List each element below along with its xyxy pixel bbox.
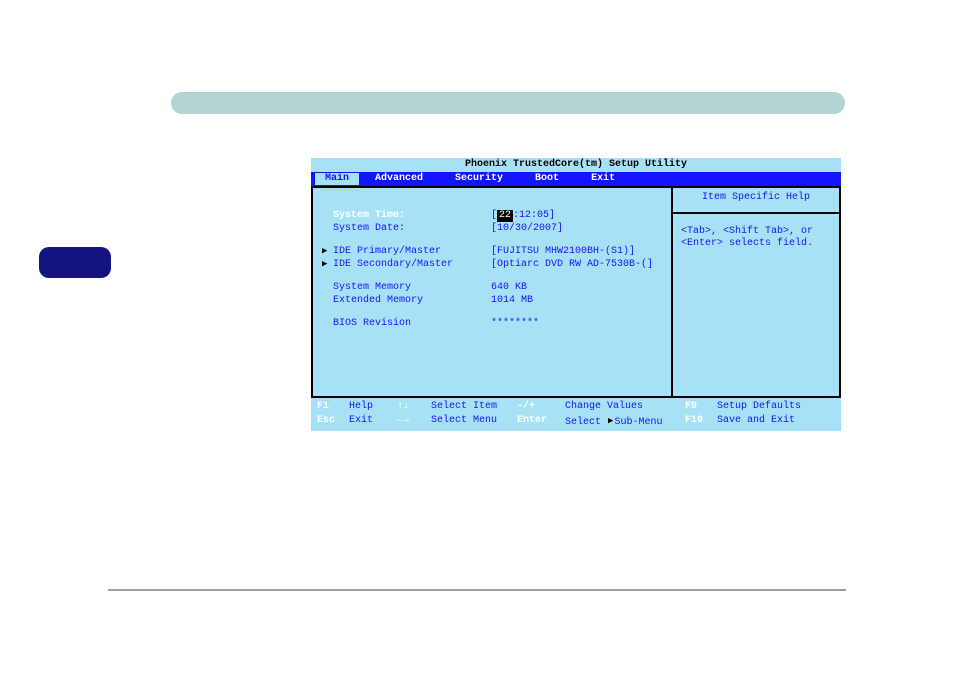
value-bios-revision: ******** xyxy=(491,318,539,330)
label-ide-secondary: IDE Secondary/Master xyxy=(321,259,491,271)
bios-body: System Time: [22:12:05] System Date: [10… xyxy=(311,186,841,398)
label-extended-memory: Extended Memory xyxy=(321,295,491,307)
value-system-memory: 640 KB xyxy=(491,282,527,294)
bios-menubar: Main Advanced Security Boot Exit xyxy=(311,172,841,186)
footer-label-exit: Exit xyxy=(349,414,397,428)
page-banner xyxy=(171,92,845,114)
side-label-pill xyxy=(39,247,111,278)
label-system-date: System Date: xyxy=(321,223,491,235)
row-system-time[interactable]: System Time: [22:12:05] xyxy=(321,210,663,222)
footer-key-plusminus[interactable]: -/+ xyxy=(517,400,565,414)
row-ide-secondary[interactable]: ▶ IDE Secondary/Master [Optiarc DVD RW A… xyxy=(321,259,663,271)
label-bios-revision: BIOS Revision xyxy=(321,318,491,330)
footer-key-esc[interactable]: Esc xyxy=(317,414,349,428)
footer-key-enter[interactable]: Enter xyxy=(517,414,565,428)
triangle-right-icon: ▶ xyxy=(608,414,613,428)
row-system-memory: System Memory 640 KB xyxy=(321,282,663,294)
footer-label-select-submenu: Select ▶Sub-Menu xyxy=(565,414,685,428)
help-line-2: <Enter> selects field. xyxy=(681,238,831,250)
value-system-date[interactable]: [10/30/2007] xyxy=(491,223,563,235)
footer-key-f1[interactable]: F1 xyxy=(317,400,349,414)
arrow-left-right-icon[interactable]: ←→ xyxy=(397,414,431,428)
tab-exit[interactable]: Exit xyxy=(575,173,631,185)
help-body: <Tab>, <Shift Tab>, or <Enter> selects f… xyxy=(673,214,839,262)
label-system-memory: System Memory xyxy=(321,282,491,294)
label-system-time: System Time: xyxy=(321,210,491,222)
submenu-marker-icon: ▶ xyxy=(322,246,327,257)
footer-label-select-menu: Select Menu xyxy=(431,414,517,428)
row-bios-revision: BIOS Revision ******** xyxy=(321,318,663,330)
help-line-1: <Tab>, <Shift Tab>, or xyxy=(681,226,831,238)
value-ide-secondary: [Optiarc DVD RW AD-7530B-(] xyxy=(491,259,653,271)
footer-label-select-item: Select Item xyxy=(431,400,517,414)
row-extended-memory: Extended Memory 1014 MB xyxy=(321,295,663,307)
submenu-marker-icon: ▶ xyxy=(322,259,327,270)
tab-main[interactable]: Main xyxy=(315,173,359,185)
arrow-up-down-icon[interactable]: ↑↓ xyxy=(397,400,431,414)
bios-title: Phoenix TrustedCore(tm) Setup Utility xyxy=(311,158,841,172)
footer-label-change-values: Change Values xyxy=(565,400,685,414)
footer-label-help: Help xyxy=(349,400,397,414)
tab-security[interactable]: Security xyxy=(439,173,519,185)
value-extended-memory: 1014 MB xyxy=(491,295,533,307)
system-time-hours-field[interactable]: 22 xyxy=(497,210,513,222)
value-ide-primary: [FUJITSU MHW2100BH-(S1)] xyxy=(491,246,635,258)
value-system-time[interactable]: [22:12:05] xyxy=(491,210,555,222)
page-divider xyxy=(108,589,846,591)
row-system-date[interactable]: System Date: [10/30/2007] xyxy=(321,223,663,235)
bios-fields-pane: System Time: [22:12:05] System Date: [10… xyxy=(311,186,673,398)
help-title: Item Specific Help xyxy=(673,188,839,214)
bios-setup-window: Phoenix TrustedCore(tm) Setup Utility Ma… xyxy=(311,158,841,431)
footer-key-f10[interactable]: F10 xyxy=(685,414,717,428)
footer-label-setup-defaults: Setup Defaults xyxy=(717,400,801,414)
tab-boot[interactable]: Boot xyxy=(519,173,575,185)
tab-advanced[interactable]: Advanced xyxy=(359,173,439,185)
bios-footer: F1 Help ↑↓ Select Item -/+ Change Values… xyxy=(311,398,841,430)
bios-help-pane: Item Specific Help <Tab>, <Shift Tab>, o… xyxy=(673,186,841,398)
footer-key-f9[interactable]: F9 xyxy=(685,400,717,414)
row-ide-primary[interactable]: ▶ IDE Primary/Master [FUJITSU MHW2100BH-… xyxy=(321,246,663,258)
label-ide-primary: IDE Primary/Master xyxy=(321,246,491,258)
footer-label-save-and-exit: Save and Exit xyxy=(717,414,795,428)
